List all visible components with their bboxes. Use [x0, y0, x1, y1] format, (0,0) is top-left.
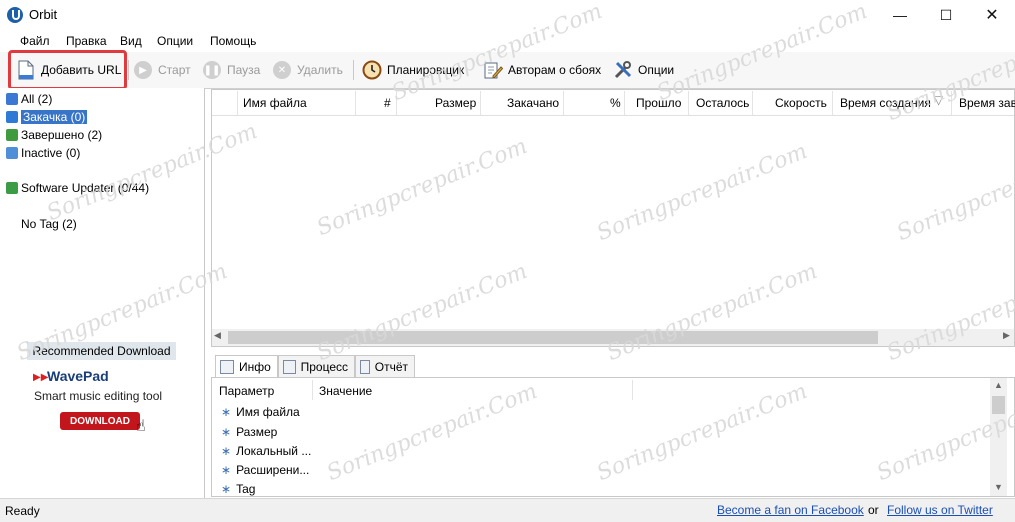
- col-downloaded[interactable]: Закачано: [507, 96, 559, 110]
- pause-button[interactable]: ❚❚ Пауза: [202, 58, 260, 82]
- col-speed[interactable]: Скорость: [775, 96, 827, 110]
- start-button[interactable]: ▶ Старт: [133, 58, 191, 82]
- title-bar: Orbit — ☐ ✕: [0, 0, 1015, 30]
- sort-descending-icon: ▽: [934, 93, 944, 107]
- edit-note-icon: [483, 60, 503, 80]
- download-arrow-icon: [6, 110, 18, 123]
- value-header[interactable]: Значение: [319, 384, 372, 398]
- info-page-icon: [220, 360, 234, 374]
- twitter-link[interactable]: Follow us on Twitter: [887, 503, 993, 517]
- toolbar: Добавить URL ▶ Старт ❚❚ Пауза ✕ Удалить …: [0, 52, 1015, 89]
- details-tabs: Инфо Процесс Отчёт: [211, 355, 1015, 378]
- refresh-icon: [6, 181, 18, 194]
- report-authors-button[interactable]: Авторам о сбоях: [483, 58, 601, 82]
- chart-icon: [283, 359, 296, 374]
- scroll-left-icon[interactable]: ◀: [214, 330, 221, 341]
- horizontal-scroll-thumb[interactable]: [228, 331, 878, 344]
- scheduler-button[interactable]: Планировщик: [362, 58, 464, 82]
- category-inactive[interactable]: Inactive (0): [6, 144, 80, 161]
- menu-help[interactable]: Помощь: [210, 34, 256, 48]
- col-number[interactable]: #: [384, 96, 391, 110]
- status-text: Ready: [5, 504, 40, 518]
- bullet-icon: ∗: [221, 463, 232, 477]
- list-item: ∗ Tag: [221, 482, 256, 496]
- bullet-icon: ∗: [221, 444, 232, 458]
- list-item: ∗ Расширени...: [221, 463, 310, 477]
- window-title: Orbit: [29, 7, 58, 22]
- hand-cursor-icon: ☝: [136, 418, 146, 435]
- minimize-button[interactable]: —: [877, 0, 923, 30]
- menu-bar: Файл Правка Вид Опции Помощь: [0, 30, 1015, 52]
- param-header[interactable]: Параметр: [219, 384, 274, 398]
- facebook-link[interactable]: Become a fan on Facebook: [717, 503, 864, 517]
- scroll-right-icon[interactable]: ▶: [1003, 330, 1010, 341]
- category-software-updater[interactable]: Software Updater (0/44): [6, 179, 149, 196]
- list-item: ∗ Имя файла: [221, 405, 300, 419]
- col-finished-time[interactable]: Время зав: [959, 96, 1015, 110]
- play-icon: ▶: [134, 61, 152, 79]
- list-item: ∗ Локальный ...: [221, 444, 312, 458]
- check-icon: [6, 128, 18, 141]
- tools-icon: [613, 60, 633, 80]
- download-list[interactable]: [211, 89, 1015, 347]
- pause-icon: ❚❚: [203, 61, 221, 79]
- category-no-tag[interactable]: No Tag (2): [21, 215, 77, 232]
- or-text: or: [868, 503, 879, 517]
- close-button[interactable]: ✕: [969, 0, 1015, 30]
- orbit-app-icon: [7, 7, 23, 23]
- scroll-up-icon[interactable]: ▲: [994, 380, 1003, 390]
- tab-info[interactable]: Инфо: [215, 355, 278, 378]
- bullet-icon: ∗: [221, 482, 232, 496]
- tab-report[interactable]: Отчёт: [355, 355, 415, 377]
- ad-header: Recommended Download: [27, 342, 176, 360]
- category-downloading[interactable]: Закачка (0): [6, 108, 88, 125]
- ad-title[interactable]: WavePad: [47, 368, 109, 384]
- category-completed[interactable]: Завершено (2): [6, 126, 102, 143]
- highlight-box: [8, 50, 127, 90]
- list-icon: [6, 92, 18, 105]
- col-elapsed[interactable]: Прошло: [636, 96, 681, 110]
- toolbar-separator: [353, 60, 354, 80]
- menu-options[interactable]: Опции: [157, 34, 193, 48]
- toolbar-separator: [128, 60, 129, 80]
- scroll-down-icon[interactable]: ▼: [994, 482, 1003, 492]
- bullet-icon: ∗: [221, 425, 232, 439]
- col-percent[interactable]: %: [610, 96, 621, 110]
- options-button[interactable]: Опции: [613, 58, 674, 82]
- table-header: Имя файла # Размер Закачано % Прошло Ост…: [212, 90, 1015, 116]
- col-remaining[interactable]: Осталось: [696, 96, 749, 110]
- menu-view[interactable]: Вид: [120, 34, 142, 48]
- ad-download-button[interactable]: DOWNLOAD: [60, 412, 140, 430]
- menu-file[interactable]: Файл: [20, 34, 50, 48]
- category-all[interactable]: All (2): [6, 90, 52, 107]
- col-created-time[interactable]: Время создания: [840, 96, 931, 110]
- maximize-button[interactable]: ☐: [923, 0, 969, 30]
- delete-button[interactable]: ✕ Удалить: [272, 58, 343, 82]
- ad-subtitle: Smart music editing tool: [34, 389, 163, 403]
- tab-process[interactable]: Процесс: [278, 355, 355, 377]
- col-size[interactable]: Размер: [435, 96, 476, 110]
- pause-circle-icon: [6, 146, 18, 159]
- delete-icon: ✕: [273, 61, 291, 79]
- bullet-icon: ∗: [221, 405, 232, 419]
- vertical-scroll-thumb[interactable]: [992, 396, 1005, 414]
- clock-icon: [362, 60, 382, 80]
- report-icon: [360, 359, 370, 374]
- menu-edit[interactable]: Правка: [66, 34, 107, 48]
- col-file-name[interactable]: Имя файла: [243, 96, 307, 110]
- list-item: ∗ Размер: [221, 425, 278, 439]
